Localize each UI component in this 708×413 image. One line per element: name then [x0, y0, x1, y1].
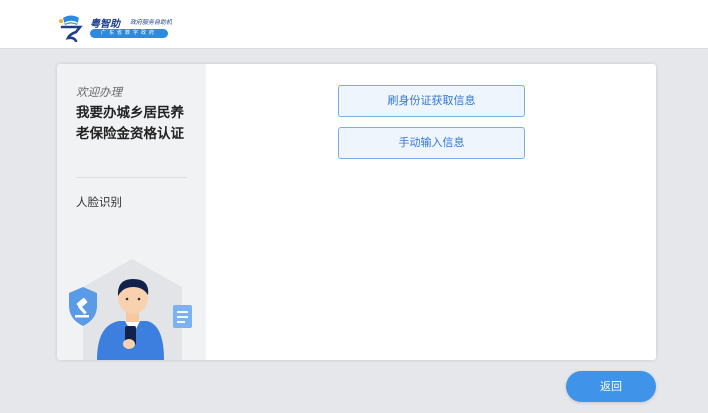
welcome-text: 欢迎办理	[76, 85, 122, 99]
illustration	[69, 259, 192, 360]
logo-subtitle: 政府服务自助机	[130, 19, 173, 26]
logo-pill: 广东省数字政府	[90, 29, 168, 38]
manual-input-button[interactable]: 手动输入信息	[338, 127, 525, 159]
top-bar: 粤智助 政府服务自助机 广东省数字政府	[0, 0, 708, 49]
yue-logo-icon	[59, 15, 83, 42]
logo-name: 粤智助	[90, 19, 120, 30]
current-step: 人脸识别	[76, 195, 122, 209]
main-panel: 刷身份证获取信息 手动输入信息	[206, 64, 656, 360]
document-icon	[173, 305, 192, 328]
swipe-id-card-button[interactable]: 刷身份证获取信息	[338, 85, 525, 117]
sidebar-divider	[76, 177, 187, 178]
app-logo: 粤智助 政府服务自助机 广东省数字政府	[56, 12, 206, 42]
sidebar-panel: 欢迎办理 我要办城乡居民养老保险金资格认证 人脸识别	[57, 64, 206, 360]
back-button[interactable]: 返回	[566, 371, 656, 402]
service-title: 我要办城乡居民养老保险金资格认证	[76, 105, 184, 142]
main-card: 欢迎办理 我要办城乡居民养老保险金资格认证 人脸识别 刷身份证获取信息 手动输入…	[57, 64, 656, 360]
